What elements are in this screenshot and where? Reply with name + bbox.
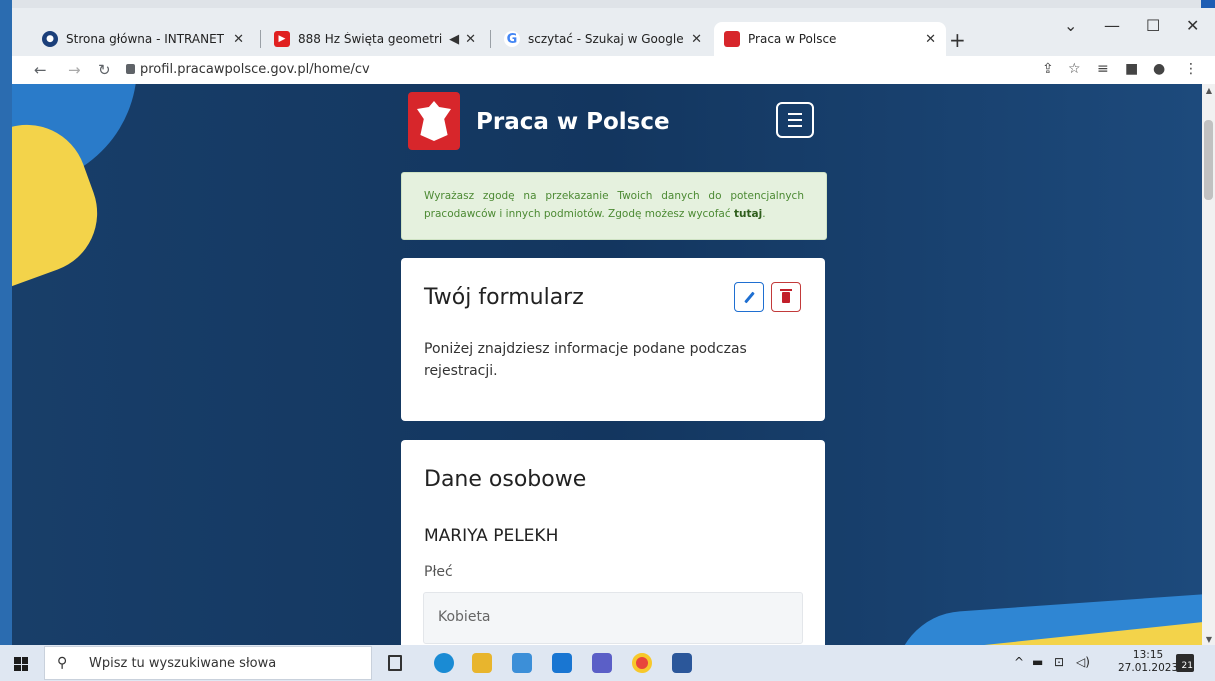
volume-icon[interactable]: ◁) — [1076, 655, 1090, 669]
clock-date: 27.01.2023 — [1118, 662, 1179, 674]
scroll-up-icon[interactable]: ▲ — [1206, 86, 1212, 95]
reading-list-icon[interactable]: ≡ — [1097, 61, 1109, 77]
browser-window: ● Strona główna - INTRANET KPRM ✕ ▶ 888 … — [12, 8, 1215, 645]
maximize-icon[interactable]: ☐ — [1146, 16, 1160, 35]
site-header: Praca w Polsce — [408, 92, 824, 154]
task-view-icon[interactable] — [388, 655, 402, 671]
new-tab-icon[interactable]: + — [949, 28, 966, 52]
gender-label: Płeć — [424, 564, 453, 580]
notification-center-icon[interactable]: 21 — [1176, 654, 1194, 672]
person-name: MARIYA PELEKH — [424, 526, 559, 546]
form-card-title: Twój formularz — [424, 285, 584, 310]
audio-mute-icon[interactable]: ◀ — [449, 32, 459, 47]
tab-praca[interactable]: Praca w Polsce ✕ — [714, 22, 946, 56]
battery-icon[interactable]: ▬ — [1032, 655, 1043, 669]
search-icon: ⚲ — [57, 655, 68, 671]
edit-button[interactable] — [734, 282, 764, 312]
tab-title: 888 Hz Święta geometria Prz — [298, 32, 443, 46]
tab-search-icon[interactable]: ⌄ — [1064, 16, 1077, 35]
tab-bar: ● Strona główna - INTRANET KPRM ✕ ▶ 888 … — [12, 8, 1215, 56]
tab-youtube[interactable]: ▶ 888 Hz Święta geometria Prz ◀ ✕ — [264, 22, 486, 56]
edge-browser-icon[interactable] — [434, 653, 454, 673]
close-window-icon[interactable]: ✕ — [1186, 16, 1199, 35]
tab-title: sczytać - Szukaj w Google — [528, 32, 684, 46]
form-card: Twój formularz Poniżej znajdziesz inform… — [401, 258, 825, 421]
tab-separator — [260, 30, 261, 48]
youtube-favicon-icon: ▶ — [274, 31, 290, 47]
close-tab-icon[interactable]: ✕ — [691, 32, 702, 47]
tab-intranet[interactable]: ● Strona główna - INTRANET KPRM ✕ — [32, 22, 254, 56]
network-icon[interactable]: ⊡ — [1054, 655, 1064, 669]
close-tab-icon[interactable]: ✕ — [233, 32, 244, 47]
tab-title: Praca w Polsce — [748, 32, 837, 46]
share-icon[interactable]: ⇪ — [1042, 61, 1054, 77]
minimize-icon[interactable]: — — [1104, 16, 1120, 35]
site-brand[interactable]: Praca w Polsce — [476, 109, 670, 135]
consent-alert: Wyrażasz zgodę na przekazanie Twoich dan… — [401, 172, 827, 240]
desktop-edge — [0, 0, 12, 645]
tab-title: Strona główna - INTRANET KPRM — [66, 32, 227, 46]
eagle-logo-icon[interactable] — [408, 92, 460, 150]
page-viewport: Praca w Polsce Wyrażasz zgodę na przekaz… — [12, 84, 1202, 645]
notification-count: 21 — [1181, 661, 1193, 671]
search-placeholder: Wpisz tu wyszukiwane słowa — [89, 656, 277, 671]
reload-icon[interactable]: ↻ — [98, 61, 111, 79]
menu-kebab-icon[interactable]: ⋮ — [1184, 61, 1198, 77]
consent-withdraw-link[interactable]: tutaj — [734, 208, 762, 220]
praca-favicon-icon — [724, 31, 740, 47]
chrome-icon[interactable] — [632, 653, 652, 673]
trash-icon — [780, 288, 792, 303]
personal-data-card: Dane osobowe MARIYA PELEKH Płeć Kobieta — [401, 440, 825, 645]
tray-expand-icon[interactable]: ^ — [1014, 655, 1024, 669]
tab-separator — [490, 30, 491, 48]
scrollbar-thumb[interactable] — [1204, 120, 1213, 200]
forward-icon[interactable]: → — [68, 61, 81, 79]
scroll-down-icon[interactable]: ▼ — [1206, 635, 1212, 644]
back-icon[interactable]: ← — [34, 61, 47, 79]
taskbar-clock[interactable]: 13:15 27.01.2023 — [1118, 649, 1178, 675]
windows-taskbar: ⚲ Wpisz tu wyszukiwane słowa ^ ▬ ⊡ ◁) 13… — [0, 645, 1215, 681]
gender-field[interactable]: Kobieta — [423, 592, 803, 644]
profile-avatar-icon[interactable]: ● — [1153, 61, 1165, 77]
url-field[interactable]: profil.pracawpolsce.gov.pl/home/cv — [140, 62, 370, 77]
pencil-icon — [743, 291, 755, 303]
outlook-icon[interactable] — [552, 653, 572, 673]
file-explorer-icon[interactable] — [472, 653, 492, 673]
word-icon[interactable] — [672, 653, 692, 673]
clock-time: 13:15 — [1132, 649, 1164, 661]
intranet-favicon-icon: ● — [42, 31, 58, 47]
close-tab-icon[interactable]: ✕ — [465, 32, 476, 47]
hamburger-menu-button[interactable] — [776, 102, 814, 138]
teams-icon[interactable] — [592, 653, 612, 673]
close-tab-icon[interactable]: ✕ — [925, 32, 936, 47]
taskbar-search-box[interactable]: ⚲ Wpisz tu wyszukiwane słowa — [44, 646, 372, 680]
side-panel-icon[interactable]: ■ — [1125, 61, 1138, 77]
delete-button[interactable] — [771, 282, 801, 312]
tab-google[interactable]: G sczytać - Szukaj w Google ✕ — [494, 22, 712, 56]
form-card-description: Poniżej znajdziesz informacje podane pod… — [424, 341, 747, 379]
google-favicon-icon: G — [504, 31, 520, 47]
address-bar: ← → ↻ profil.pracawpolsce.gov.pl/home/cv… — [12, 56, 1215, 84]
personal-data-title: Dane osobowe — [424, 467, 587, 492]
bookmark-star-icon[interactable]: ☆ — [1068, 61, 1081, 77]
windows-start-icon[interactable] — [14, 657, 28, 671]
remote-desktop-icon[interactable] — [512, 653, 532, 673]
lock-icon — [126, 64, 135, 74]
